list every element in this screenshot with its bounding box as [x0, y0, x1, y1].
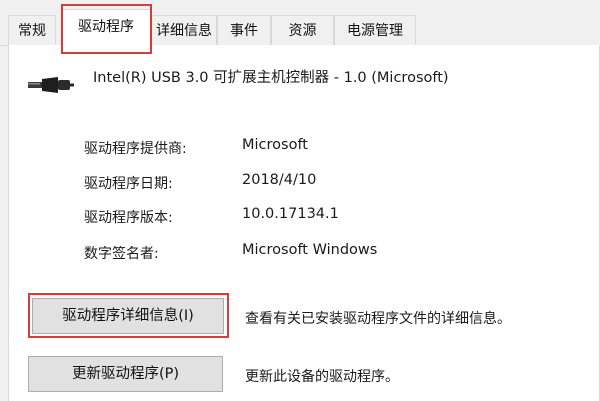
tab-label: 电源管理: [347, 23, 403, 39]
update-driver-button[interactable]: 更新驱动程序(P): [28, 356, 223, 392]
tab-events[interactable]: 事件: [217, 15, 271, 46]
driver-version-label: 驱动程序版本:: [84, 210, 173, 226]
tab-label: 事件: [230, 23, 258, 39]
update-driver-description: 更新此设备的驱动程序。: [245, 369, 399, 385]
driver-version-value: 10.0.17134.1: [242, 206, 339, 222]
digital-signer-value: Microsoft Windows: [242, 242, 378, 258]
device-name: Intel(R) USB 3.0 可扩展主机控制器 - 1.0 (Microso…: [93, 70, 449, 86]
tab-resources[interactable]: 资源: [271, 15, 334, 46]
driver-details-button[interactable]: 驱动程序详细信息(I): [32, 298, 224, 334]
driver-provider-label: 驱动程序提供商:: [84, 141, 187, 157]
tab-power-management[interactable]: 电源管理: [334, 15, 416, 46]
tab-general[interactable]: 常规: [8, 15, 56, 46]
driver-provider-value: Microsoft: [242, 137, 308, 153]
tab-label: 驱动程序: [78, 19, 134, 35]
digital-signer-label: 数字签名者:: [84, 246, 159, 262]
tab-label: 常规: [18, 23, 46, 39]
usb-cable-icon: [28, 77, 74, 93]
tab-strip: 常规 驱动程序 详细信息 事件 资源 电源管理: [0, 0, 600, 46]
tab-label: 详细信息: [156, 23, 212, 39]
driver-details-description: 查看有关已安装驱动程序文件的详细信息。: [245, 311, 511, 327]
driver-date-label: 驱动程序日期:: [84, 176, 173, 192]
driver-date-value: 2018/4/10: [242, 172, 317, 188]
tab-label: 资源: [288, 23, 317, 39]
tab-details[interactable]: 详细信息: [151, 15, 217, 46]
tab-driver[interactable]: 驱动程序: [61, 9, 151, 46]
